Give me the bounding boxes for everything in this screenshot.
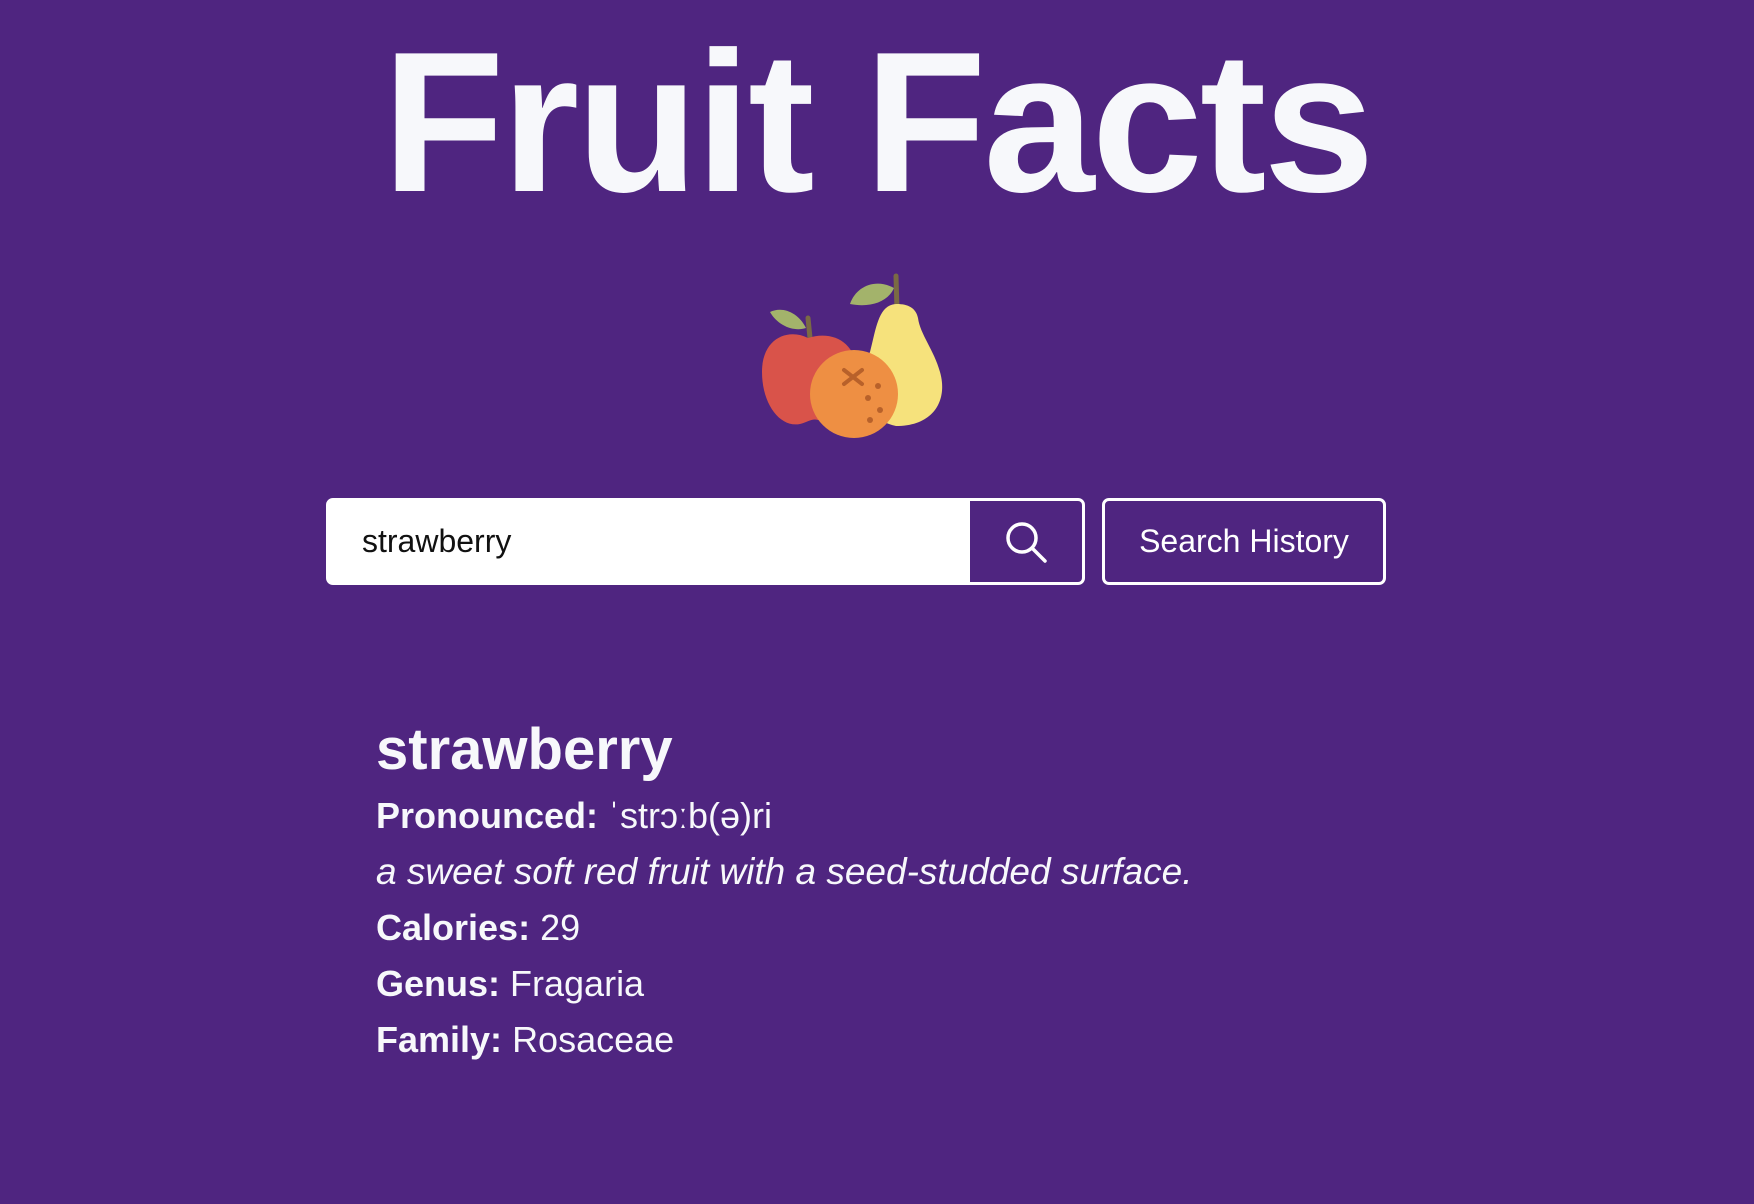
search-bar: [326, 498, 1085, 585]
family-value: Rosaceae: [512, 1019, 675, 1060]
app-title: Fruit Facts: [382, 11, 1374, 234]
search-button[interactable]: [970, 501, 1082, 582]
search-icon: [1006, 521, 1047, 563]
fruit-result: strawberry Pronounced: ˈstrɔːb(ə)ri a sw…: [376, 712, 1576, 1068]
fruit-name: strawberry: [376, 717, 673, 782]
genus-label: Genus:: [376, 963, 501, 1004]
search-history-button[interactable]: Search History: [1102, 498, 1386, 585]
fruit-basket-icon: [762, 273, 943, 438]
genus-value: Fragaria: [510, 963, 645, 1004]
pronunciation-row: Pronounced: ˈstrɔːb(ə)ri: [376, 788, 1576, 844]
genus-row: Genus: Fragaria: [376, 956, 1576, 1012]
fruit-description: a sweet soft red fruit with a seed-studd…: [376, 851, 1193, 892]
calories-value: 29: [540, 907, 581, 948]
calories-row: Calories: 29: [376, 900, 1576, 956]
pronounced-value: ˈstrɔːb(ə)ri: [608, 795, 773, 836]
calories-label: Calories:: [376, 907, 531, 948]
pronounced-label: Pronounced:: [376, 795, 598, 836]
search-input[interactable]: [329, 501, 970, 582]
family-row: Family: Rosaceae: [376, 1012, 1576, 1068]
family-label: Family:: [376, 1019, 503, 1060]
